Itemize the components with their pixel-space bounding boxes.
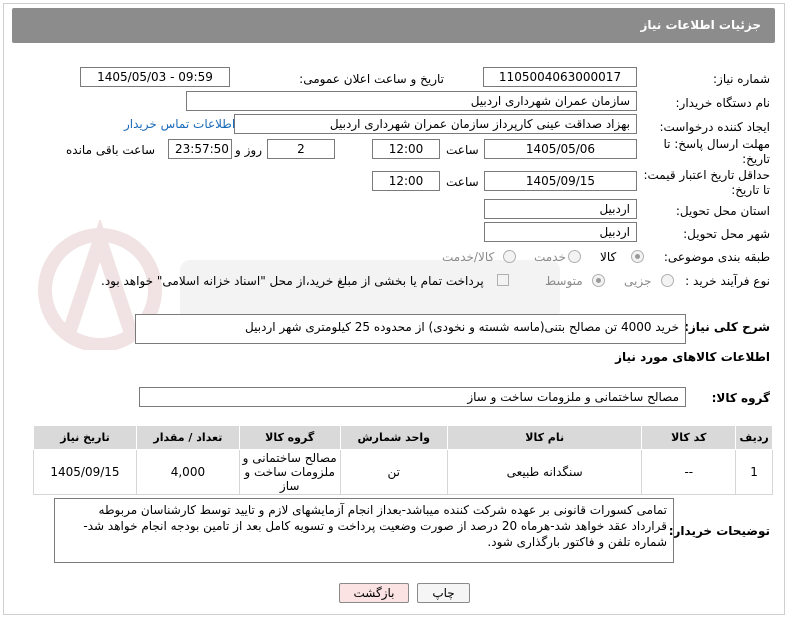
- city-field: اردبیل: [484, 222, 637, 242]
- deadline-hour-label: ساعت: [446, 143, 479, 157]
- cell-code: --: [641, 449, 737, 495]
- validity-date-field: 1405/09/15: [484, 171, 637, 191]
- table-header-row: ردیف کد کالا نام کالا واحد شمارش گروه کا…: [33, 425, 773, 450]
- table-row: 1 -- سنگدانه طبیعی تن مصالح ساختمانی و م…: [33, 449, 773, 495]
- print-button[interactable]: چاپ: [417, 583, 470, 603]
- process-label: نوع فرآیند خرید :: [685, 274, 770, 288]
- city-label: شهر محل تحویل:: [683, 227, 770, 241]
- col-date: تاریخ نیاز: [33, 425, 137, 450]
- process-option-medium: متوسط: [545, 274, 583, 288]
- page-header: جزئیات اطلاعات نیاز: [12, 8, 775, 43]
- category-radio-service[interactable]: [568, 250, 581, 263]
- treasury-checkbox[interactable]: [497, 274, 509, 286]
- deadline-label: مهلت ارسال پاسخ: تا: [663, 137, 770, 151]
- buyer-notes-label: توضیحات خریدار:: [668, 524, 770, 538]
- category-radio-goods[interactable]: [631, 250, 644, 263]
- remaining-time-field: 23:57:50: [168, 139, 232, 159]
- col-code: کد کالا: [641, 425, 737, 450]
- need-number-label: شماره نیاز:: [713, 72, 770, 86]
- validity-hour-label: ساعت: [446, 175, 479, 189]
- process-option-minor: جزیی: [624, 274, 652, 288]
- goods-section-title: اطلاعات کالاهای مورد نیاز: [615, 350, 770, 364]
- col-qty: تعداد / مقدار: [135, 425, 240, 450]
- deadline-time-field: 12:00: [372, 139, 440, 159]
- days-field: 2: [267, 139, 335, 159]
- col-group: گروه کالا: [238, 425, 341, 450]
- cell-unit: تن: [339, 449, 448, 495]
- category-option-service: خدمت: [534, 250, 566, 264]
- process-radio-medium[interactable]: [592, 274, 605, 287]
- cell-group: مصالح ساختمانی و ملزومات ساخت و ساز: [238, 449, 341, 495]
- announce-field: 1405/05/03 - 09:59: [80, 67, 230, 87]
- days-label: روز و: [235, 143, 262, 157]
- category-option-goods: کالا: [600, 250, 617, 264]
- requester-label: ایجاد کننده درخواست:: [659, 120, 770, 134]
- province-field: اردبیل: [484, 199, 637, 219]
- buyer-contact-link[interactable]: اطلاعات تماس خریدار: [124, 117, 235, 131]
- col-unit: واحد شمارش: [339, 425, 448, 450]
- cell-qty: 4,000: [135, 449, 240, 495]
- cell-name: سنگدانه طبیعی: [446, 449, 643, 495]
- category-label: طبقه بندی موضوعی:: [663, 250, 770, 264]
- col-row: ردیف: [735, 425, 773, 450]
- requester-field: بهزاد صداقت عینی کارپرداز سازمان عمران ش…: [234, 114, 637, 134]
- announce-label: تاریخ و ساعت اعلان عمومی:: [299, 72, 444, 86]
- goods-group-label: گروه کالا:: [711, 391, 770, 405]
- buyer-notes-field: تمامی کسورات قانونی بر عهده شرکت کننده م…: [54, 498, 674, 563]
- need-number-field: 1105004063000017: [483, 67, 637, 87]
- col-name: نام کالا: [446, 425, 643, 450]
- summary-label: شرح کلی نیاز:: [684, 320, 770, 334]
- deadline-date-field: 1405/05/06: [484, 139, 637, 159]
- cell-date: 1405/09/15: [33, 449, 137, 495]
- buyer-org-label: نام دستگاه خریدار:: [675, 96, 771, 110]
- treasury-note: پرداخت تمام یا بخشی از مبلغ خرید،از محل …: [101, 274, 484, 288]
- validity-label-2: تا تاریخ:: [731, 183, 770, 197]
- back-button[interactable]: بازگشت: [339, 583, 409, 603]
- goods-table: ردیف کد کالا نام کالا واحد شمارش گروه کا…: [33, 425, 773, 495]
- remaining-label: ساعت باقی مانده: [66, 143, 156, 157]
- province-label: استان محل تحویل:: [675, 204, 770, 218]
- process-radio-minor[interactable]: [661, 274, 674, 287]
- summary-field: خرید 4000 تن مصالح بتنی(ماسه شسته و نخود…: [135, 314, 686, 344]
- validity-time-field: 12:00: [372, 171, 440, 191]
- goods-group-field: مصالح ساختمانی و ملزومات ساخت و ساز: [139, 387, 686, 407]
- validity-label: حداقل تاریخ اعتبار قیمت:: [643, 168, 770, 182]
- deadline-label-2: تاریخ:: [742, 152, 770, 166]
- category-option-goods-service: کالا/خدمت: [442, 250, 495, 264]
- buyer-org-field: سازمان عمران شهرداری اردبیل: [186, 91, 637, 111]
- page-title: جزئیات اطلاعات نیاز: [640, 18, 761, 32]
- category-radio-goods-service[interactable]: [503, 250, 516, 263]
- cell-row: 1: [735, 449, 773, 495]
